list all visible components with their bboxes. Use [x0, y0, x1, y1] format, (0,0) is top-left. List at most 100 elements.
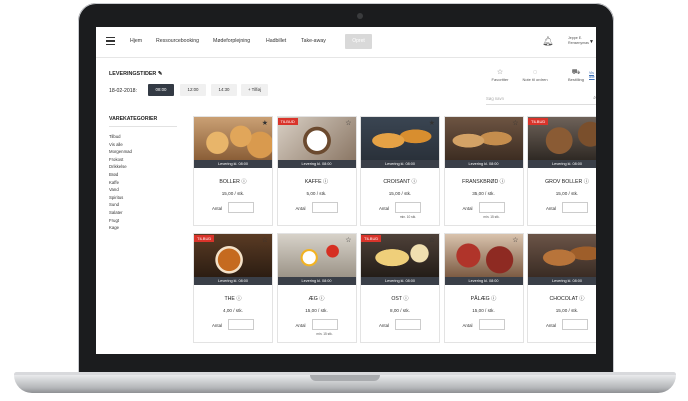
product-card[interactable]: TILBUD ☆ Levering kl. 08:00 OST ⓘ 8,00 / stk… — [360, 233, 440, 343]
category-item[interactable]: Vand — [109, 187, 119, 192]
delivery-label: Levering kl. 08:00 — [194, 277, 272, 285]
info-icon[interactable]: ⓘ — [236, 296, 241, 302]
edit-icon[interactable]: ✎ — [158, 71, 163, 77]
qty-input[interactable] — [562, 202, 588, 213]
qty-label: Antal — [212, 323, 223, 328]
favorite-star-icon[interactable]: ☆ — [262, 236, 268, 244]
time-1200-button[interactable]: 12:00 — [180, 84, 206, 96]
category-item[interactable]: Morgenmad — [109, 149, 132, 154]
nav-modeforplejning[interactable]: Mødeforplejning — [213, 38, 250, 44]
info-icon[interactable]: ⓘ — [579, 296, 584, 302]
info-icon[interactable]: ⓘ — [403, 296, 408, 302]
min-order-note: min. 15 stk. — [316, 332, 333, 336]
nav-hadbillet[interactable]: Hadbillet — [266, 38, 286, 44]
qty-input[interactable] — [395, 202, 421, 213]
search-icon[interactable]: ⌕ — [593, 93, 596, 104]
qty-label: Antal — [462, 206, 473, 211]
nav-ressourcebooking[interactable]: Ressourcebooking — [156, 38, 199, 44]
qty-input[interactable] — [478, 319, 505, 330]
nav-take-away[interactable]: Take-away — [301, 38, 326, 44]
category-item[interactable]: Kaffe — [109, 180, 119, 185]
category-item[interactable]: Tilbud — [109, 134, 121, 139]
category-item[interactable]: Salater — [109, 210, 123, 215]
product-name: PÅLÆG ⓘ — [470, 296, 497, 302]
time-1430-button[interactable]: 14:30 — [211, 84, 237, 96]
product-name: KAFFE ⓘ — [304, 179, 329, 185]
product-price: 15,00 / stk. — [555, 308, 579, 313]
add-time-button[interactable]: + Tilføj — [241, 84, 268, 96]
product-image — [277, 234, 356, 277]
offer-badge: TILBUD — [528, 118, 549, 125]
favorite-star-icon[interactable]: ☆ — [345, 236, 351, 244]
category-item[interactable]: Sund — [109, 202, 119, 207]
product-card[interactable]: ☆ Levering kl. 08:00 FRANSKBRØD ⓘ 35,00 / s… — [443, 116, 524, 226]
favorite-star-icon[interactable]: ☆ — [512, 119, 518, 127]
time-0800-button[interactable]: 08:00 — [148, 84, 174, 96]
webcam-icon — [357, 13, 363, 19]
qty-label: Antal — [546, 206, 557, 211]
info-icon[interactable]: ⓘ — [411, 179, 416, 185]
qty-label: Antal — [295, 206, 306, 211]
product-name: CHOCOLAT ⓘ — [549, 296, 585, 302]
product-image — [528, 234, 596, 277]
favorite-star-icon[interactable]: ☆ — [429, 236, 435, 244]
info-icon[interactable]: ⓘ — [491, 296, 496, 302]
info-icon[interactable]: ⓘ — [241, 179, 246, 185]
qty-input[interactable] — [562, 319, 588, 330]
delivery-label: Levering kl. 08:00 — [528, 277, 596, 285]
category-item[interactable]: Spiritus — [109, 195, 123, 200]
order-button[interactable]: ⛟ Bestilling — [565, 69, 587, 82]
category-item[interactable]: Kage — [109, 225, 119, 230]
basket-icon: ⛟ — [571, 69, 581, 76]
nav-hjem[interactable]: Hjem — [130, 38, 142, 44]
top-nav: Hjem Ressourcebooking Mødeforplejning Ha… — [96, 27, 596, 58]
info-icon[interactable]: ⓘ — [500, 179, 505, 185]
app-screen: Hjem Ressourcebooking Mødeforplejning Ha… — [96, 27, 596, 354]
qty-input[interactable] — [478, 202, 505, 213]
info-icon[interactable]: ⓘ — [323, 179, 328, 185]
info-icon[interactable]: ⓘ — [319, 296, 324, 302]
qty-input[interactable] — [311, 202, 338, 213]
favorite-star-icon[interactable]: ☆ — [512, 236, 518, 244]
product-card[interactable]: ★ Levering kl. 08:00 BOLLER ⓘ 15,00 / stk. A… — [193, 116, 273, 226]
category-item[interactable]: Drikkelse — [109, 164, 127, 169]
product-card[interactable]: ☆ Levering kl. 08:00 ÆG ⓘ 15,00 / stk. Antal… — [276, 233, 357, 343]
chevron-down-icon[interactable]: ▼ — [589, 39, 594, 45]
favorites-button[interactable]: ☆ Favoritter — [488, 69, 512, 82]
categories-title: VAREKATEGORIER — [109, 116, 158, 122]
qty-input[interactable] — [228, 319, 254, 330]
categories-divider — [109, 126, 177, 127]
menu-icon[interactable] — [106, 37, 115, 46]
product-price: 15,00 / stk. — [555, 191, 579, 196]
product-card[interactable]: TILBUD ☆ Levering kl. 08:00 KAFFE ⓘ 5,00 / s… — [276, 116, 357, 226]
category-item[interactable]: Frugt — [109, 218, 119, 223]
qty-label: Antal — [379, 323, 390, 328]
product-card[interactable]: TILBUD ☆ Levering kl. 08:00 THE ⓘ 4,00 / stk… — [193, 233, 273, 343]
category-item[interactable]: Vis alle — [109, 142, 123, 147]
qty-input[interactable] — [311, 319, 338, 330]
category-item[interactable]: Frokost — [109, 157, 123, 162]
category-item[interactable]: Brød — [109, 172, 118, 177]
delivery-label: Levering kl. 08:00 — [277, 277, 356, 285]
product-card[interactable]: ★ Levering kl. 08:00 CROISANT ⓘ 15,00 / stk… — [360, 116, 440, 226]
order-note-button[interactable]: ◌ Note til ordren — [517, 69, 553, 82]
opret-button[interactable]: Opret — [345, 34, 372, 49]
qty-input[interactable] — [395, 319, 421, 330]
favorite-star-icon[interactable]: ☆ — [345, 119, 351, 127]
info-icon[interactable]: ⓘ — [584, 179, 589, 185]
delivery-label: Levering kl. 08:00 — [194, 160, 272, 168]
product-card[interactable]: ☆ Levering kl. 08:00 PÅLÆG ⓘ 15,00 / stk. An… — [443, 233, 524, 343]
bell-icon[interactable]: 🔔︎ — [542, 36, 553, 47]
qty-input[interactable] — [228, 202, 254, 213]
favorite-star-icon[interactable]: ★ — [429, 119, 435, 127]
product-price: 15,00 / stk. — [388, 191, 412, 196]
user-menu[interactable]: Jeppe E. Rensenymas — [568, 36, 589, 46]
product-card[interactable]: ☆Levering kl. 08:00CHOCOLAT ⓘ15,00 / stk… — [527, 233, 596, 343]
product-card[interactable]: TILBUD☆Levering kl. 08:00GROV BOLLER ⓘ15… — [527, 116, 596, 226]
favorite-star-icon[interactable]: ★ — [262, 119, 268, 127]
comment-icon: ◌ — [532, 69, 538, 76]
view-all-link[interactable]: Vis alle — [589, 71, 596, 79]
delivery-label: Levering kl. 08:00 — [277, 160, 356, 168]
search-input[interactable]: Søg navn ⌕ — [486, 93, 596, 105]
offer-badge: TILBUD — [361, 235, 382, 242]
